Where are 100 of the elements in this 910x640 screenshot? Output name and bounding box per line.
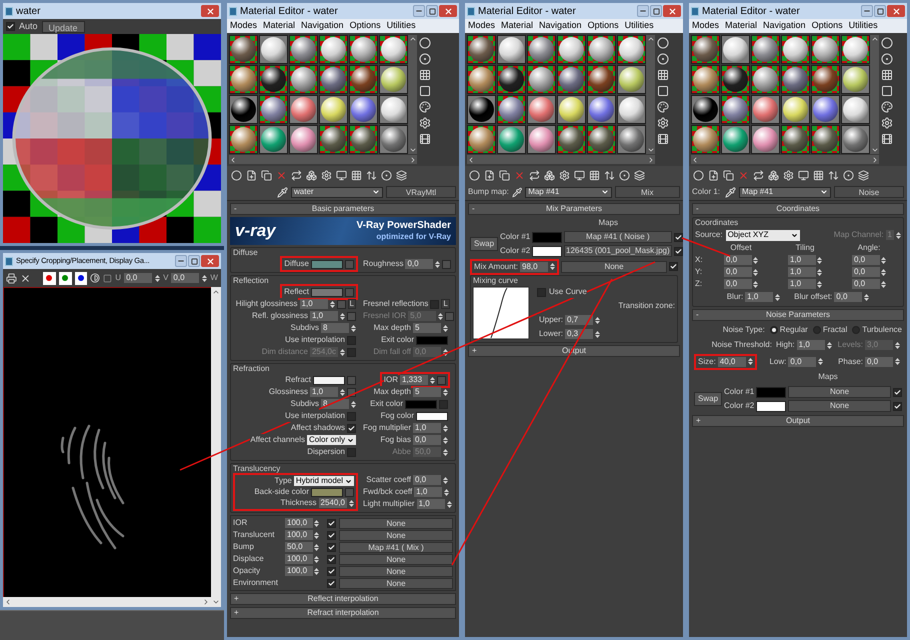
checkbox[interactable] <box>674 246 683 256</box>
spinner-field[interactable]: 5 <box>413 387 441 397</box>
checker-icon[interactable] <box>419 69 431 81</box>
material-sample-slot[interactable] <box>467 65 496 94</box>
menu-item[interactable]: Options <box>350 19 381 33</box>
scroll-down-icon[interactable] <box>212 598 220 606</box>
material-sample-slot[interactable] <box>497 65 526 94</box>
spinner-arrows-icon[interactable] <box>314 554 319 564</box>
checkbox[interactable] <box>347 336 356 344</box>
material-type-button[interactable]: Noise <box>834 186 904 198</box>
rollout-header[interactable]: + Reflect interpolation <box>230 593 456 605</box>
material-sample-slot[interactable] <box>587 35 616 64</box>
map-button[interactable]: None <box>561 260 667 272</box>
material-sample-slot[interactable] <box>691 95 720 124</box>
spinner-arrows-icon[interactable] <box>753 280 758 288</box>
spinner-field[interactable]: 100,0 <box>285 566 313 576</box>
material-sample-slot[interactable] <box>587 125 616 154</box>
checkbox[interactable] <box>347 424 356 432</box>
gear-icon[interactable] <box>419 117 431 129</box>
palette-icon[interactable] <box>419 101 431 113</box>
spinner-arrows-icon[interactable] <box>438 312 444 320</box>
map-button[interactable]: None <box>339 578 453 588</box>
palette-icon[interactable] <box>657 101 669 113</box>
scrollbar[interactable] <box>870 35 879 154</box>
menu-item[interactable]: Navigation <box>539 19 582 33</box>
boxes-icon[interactable] <box>768 170 779 180</box>
menu-item[interactable]: Modes <box>230 19 258 33</box>
material-sample-slot[interactable] <box>841 35 870 64</box>
spinner-arrows-icon[interactable] <box>817 280 822 288</box>
menu-item[interactable]: Modes <box>692 19 720 33</box>
material-sample-slot[interactable] <box>289 65 318 94</box>
material-sample-slot[interactable] <box>349 35 378 64</box>
spinner-arrows-icon[interactable] <box>894 357 900 366</box>
color-swatch[interactable] <box>311 488 343 496</box>
material-sample-slot[interactable] <box>527 125 556 154</box>
menu-item[interactable]: Modes <box>468 19 496 33</box>
material-sample-slot[interactable] <box>811 35 840 64</box>
map-button[interactable]: None <box>339 530 453 540</box>
minimize-button[interactable] <box>637 5 649 17</box>
material-sample-slot[interactable] <box>751 65 780 94</box>
scrollbar[interactable] <box>691 155 879 164</box>
close-icon[interactable] <box>20 272 31 284</box>
maximize-button[interactable] <box>426 5 438 17</box>
material-sample-slot[interactable] <box>527 95 556 124</box>
checkbox[interactable] <box>669 262 678 271</box>
monitor-icon[interactable] <box>574 170 585 180</box>
repeat-icon[interactable] <box>529 170 540 180</box>
spinner-arrows-icon[interactable] <box>351 324 356 332</box>
swap-button[interactable]: Swap <box>470 237 498 251</box>
spinner-arrows-icon[interactable] <box>818 357 824 366</box>
checkbox[interactable] <box>893 402 902 410</box>
material-sample-slot[interactable] <box>617 95 646 124</box>
color-swatch[interactable] <box>532 246 562 256</box>
close-button[interactable] <box>201 5 219 17</box>
contrast-icon[interactable] <box>90 273 100 283</box>
sphere-icon[interactable] <box>693 170 704 180</box>
scroll-right-icon[interactable] <box>647 156 655 164</box>
scrollbar[interactable] <box>3 597 211 607</box>
material-sample-slot[interactable] <box>751 95 780 124</box>
dropdown[interactable]: Hybrid model <box>294 476 354 486</box>
checkbox[interactable] <box>327 554 336 564</box>
spinner-arrows-icon[interactable] <box>443 436 448 444</box>
material-sample-slot[interactable] <box>751 35 780 64</box>
material-sample-slot[interactable] <box>497 95 526 124</box>
radio-button[interactable] <box>812 326 821 334</box>
map-button[interactable]: Map #41 ( Mix ) <box>339 542 453 552</box>
scroll-right-icon[interactable] <box>202 598 210 606</box>
rollout-header[interactable]: + Refract interpolation <box>230 607 456 619</box>
rollout-header[interactable]: - Noise Parameters <box>692 309 904 321</box>
material-sample-slot[interactable] <box>721 35 750 64</box>
spinner-field[interactable]: 5 <box>413 323 441 333</box>
spinner-arrows-icon[interactable] <box>202 274 208 282</box>
sphere-icon[interactable] <box>231 170 242 180</box>
material-sample-slot[interactable] <box>617 35 646 64</box>
spinner-arrows-icon[interactable] <box>314 530 319 540</box>
material-sample-slot[interactable] <box>721 95 750 124</box>
eyedropper-icon[interactable] <box>277 186 288 198</box>
material-sample-slot[interactable] <box>587 95 616 124</box>
spinner-arrows-icon[interactable] <box>881 280 886 288</box>
color-swatch[interactable] <box>405 400 437 408</box>
material-sample-slot[interactable] <box>781 125 810 154</box>
material-name-field[interactable]: Map #41 <box>739 186 831 198</box>
sphere-icon[interactable] <box>419 37 431 49</box>
update-button[interactable]: Update <box>42 20 85 32</box>
scroll-left-icon[interactable] <box>229 156 237 164</box>
repeat-icon[interactable] <box>753 170 764 180</box>
copy-icon[interactable] <box>261 170 272 180</box>
spinner-field[interactable]: 1,333 <box>400 375 428 385</box>
material-sample-slot[interactable] <box>527 65 556 94</box>
material-sample-slot[interactable] <box>781 65 810 94</box>
material-sample-slot[interactable] <box>229 125 258 154</box>
material-name-field[interactable]: water <box>291 186 383 198</box>
material-sample-slot[interactable] <box>379 125 408 154</box>
gear-icon[interactable] <box>783 170 794 180</box>
material-sample-slot[interactable] <box>617 65 646 94</box>
film-icon[interactable] <box>881 133 893 145</box>
material-sample-slot[interactable] <box>497 125 526 154</box>
copy-icon[interactable] <box>723 170 734 180</box>
material-sample-slot[interactable] <box>557 95 586 124</box>
gear-icon[interactable] <box>881 117 893 129</box>
